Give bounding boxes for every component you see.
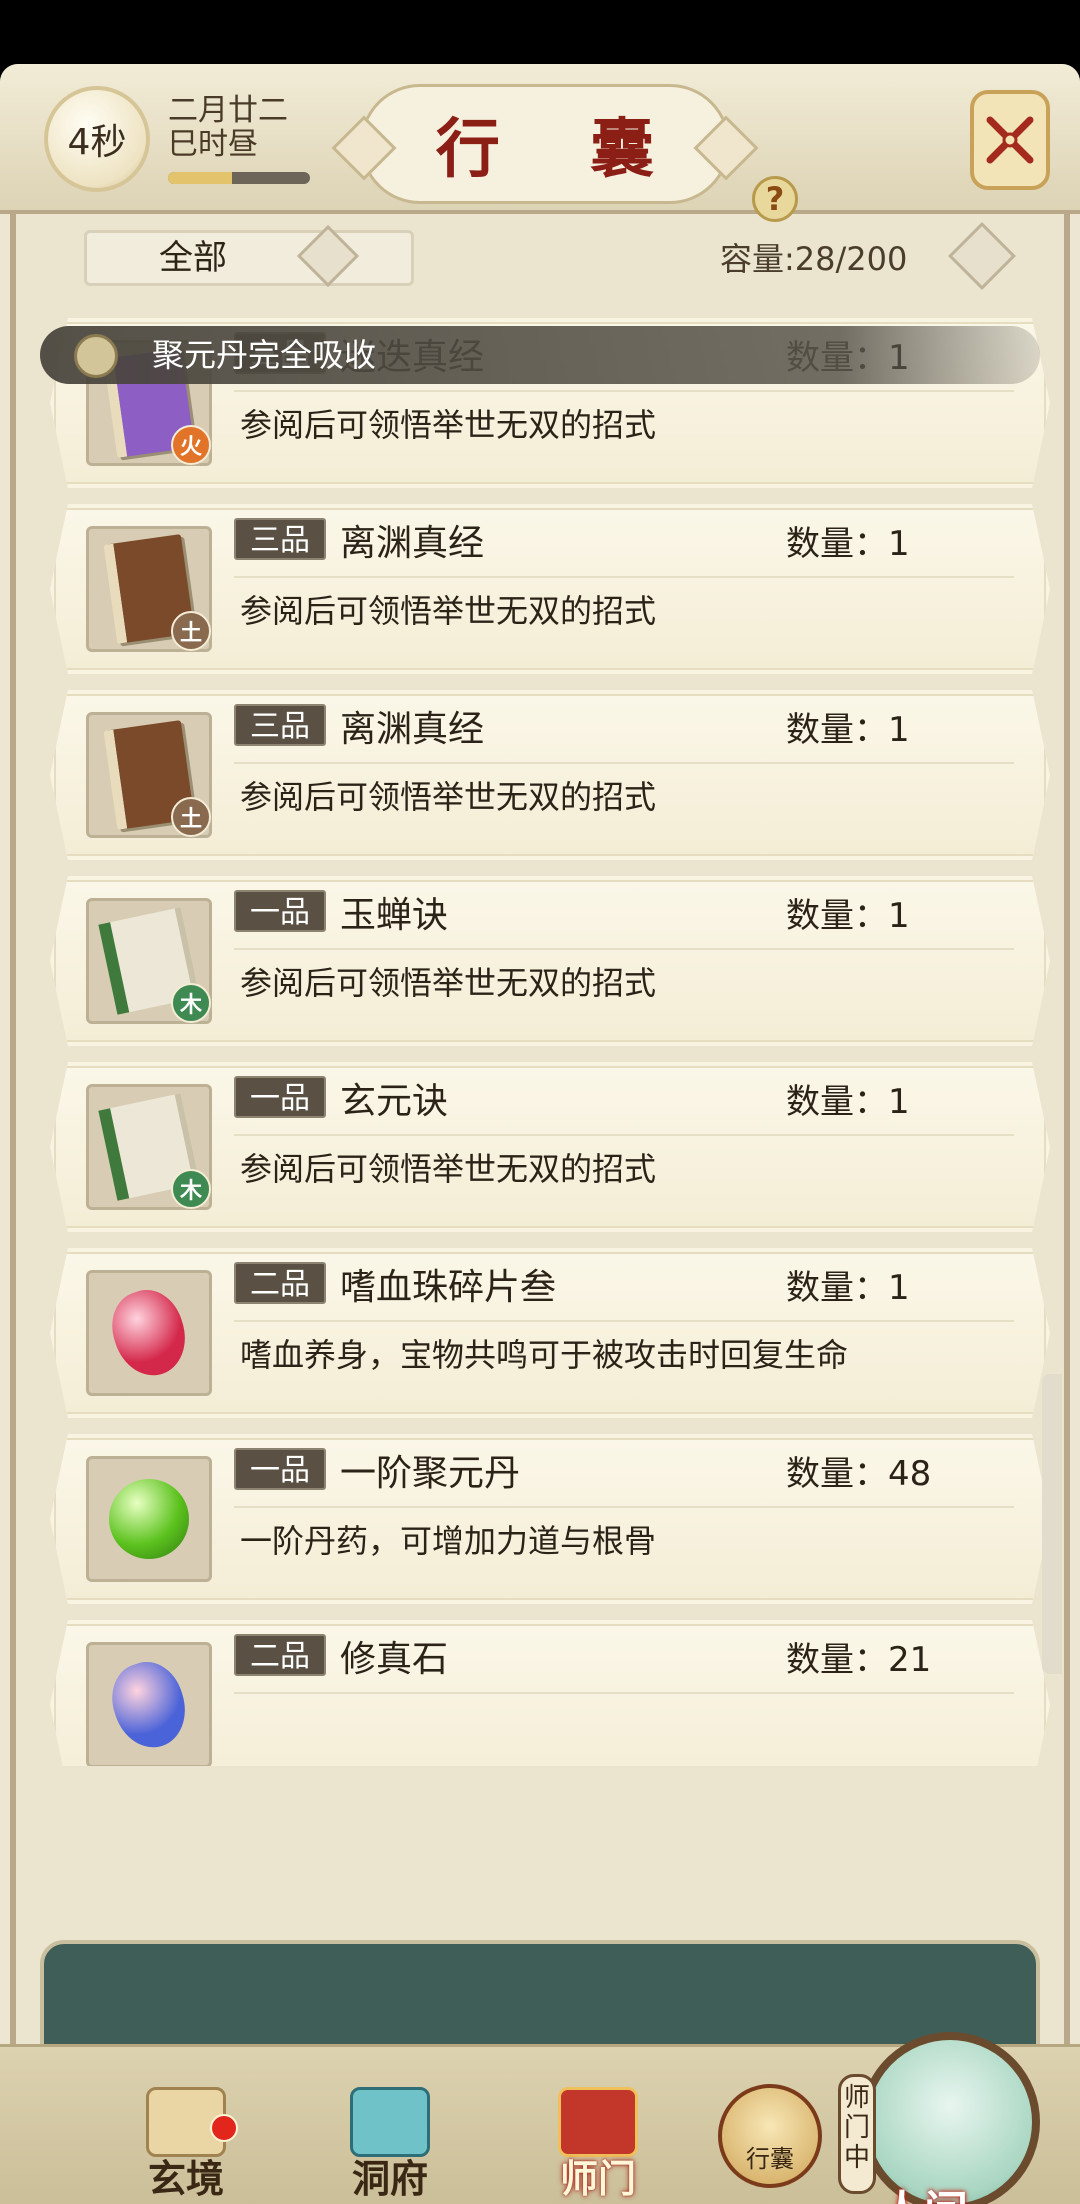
- close-button[interactable]: [970, 90, 1050, 190]
- header-bar: 4秒 二月廿二 巳时昼 行 囊 ?: [0, 64, 1080, 222]
- element-badge: 火: [171, 425, 211, 465]
- item-description: 参阅后可领悟举世无双的招式: [240, 964, 657, 1002]
- grade-badge: 二品: [234, 1262, 326, 1304]
- list-item[interactable]: 木 一品 玉蝉诀 数量：1 参阅后可领悟举世无双的招式: [50, 876, 1050, 1046]
- divider: [234, 1320, 1014, 1322]
- item-description: 嗜血养身，宝物共鸣可于被攻击时回复生命: [240, 1336, 849, 1374]
- item-art: [102, 1653, 195, 1756]
- item-name: 一阶聚元丹: [340, 1453, 521, 1494]
- nav-xingnang[interactable]: 行囊: [718, 2084, 822, 2188]
- notification-text: 聚元丹完全吸收: [152, 336, 377, 374]
- nav-shimen[interactable]: 师门: [528, 2087, 668, 2201]
- item-description: 参阅后可领悟举世无双的招式: [240, 592, 657, 630]
- grade-badge: 二品: [234, 1634, 326, 1676]
- nav-dongfu-label: 洞府: [351, 2156, 428, 2201]
- scroll-icon[interactable]: 木: [86, 898, 212, 1024]
- item-name: 离渊真经: [340, 523, 485, 564]
- item-name: 玉蝉诀: [340, 895, 449, 936]
- item-name: 玄元诀: [340, 1081, 449, 1122]
- item-quantity: 数量：48: [786, 1454, 932, 1494]
- item-description: 参阅后可领悟举世无双的招式: [240, 406, 657, 444]
- element-badge: 木: [171, 983, 211, 1023]
- lunar-date: 二月廿二: [168, 93, 288, 128]
- sect-status-tag: 师门中: [838, 2074, 876, 2194]
- divider: [234, 1692, 1014, 1694]
- grade-badge: 一品: [234, 890, 326, 932]
- item-quantity: 数量：21: [786, 1640, 932, 1680]
- divider: [234, 1134, 1014, 1136]
- book-brown-icon[interactable]: 土: [86, 712, 212, 838]
- nav-renjian-label: 人间: [880, 2176, 968, 2204]
- element-badge: 木: [171, 1169, 211, 1209]
- divider: [234, 948, 1014, 950]
- book-brown-icon[interactable]: 土: [86, 526, 212, 652]
- item-description: 参阅后可领悟举世无双的招式: [240, 1150, 657, 1188]
- green-pill-icon[interactable]: [86, 1456, 212, 1582]
- nav-shimen-label: 师门: [559, 2156, 636, 2201]
- item-quantity: 数量：1: [786, 710, 910, 750]
- divider: [234, 762, 1014, 764]
- item-name: 修真石: [340, 1639, 449, 1680]
- divider: [234, 576, 1014, 578]
- list-item[interactable]: 二品 修真石 数量：21: [50, 1620, 1050, 1766]
- list-item[interactable]: 一品 一阶聚元丹 数量：48 一阶丹药，可增加力道与根骨: [50, 1434, 1050, 1604]
- divider: [234, 390, 1014, 392]
- item-description: 一阶丹药，可增加力道与根骨: [240, 1522, 657, 1560]
- list-item[interactable]: 木 一品 玄元诀 数量：1 参阅后可领悟举世无双的招式: [50, 1062, 1050, 1232]
- page-title: 行 囊: [435, 112, 689, 187]
- timer-badge: 4秒: [44, 86, 150, 192]
- category-filter-dropdown[interactable]: 全部: [84, 230, 414, 286]
- day-progress-bar: [168, 172, 310, 184]
- scroll-icon[interactable]: 木: [86, 1084, 212, 1210]
- item-name: 离渊真经: [340, 709, 485, 750]
- list-item[interactable]: 土 三品 离渊真经 数量：1 参阅后可领悟举世无双的招式: [50, 504, 1050, 674]
- divider: [234, 1506, 1014, 1508]
- item-art: [109, 1479, 189, 1559]
- title-plaque: 行 囊: [360, 84, 730, 204]
- item-quantity: 数量：1: [786, 1268, 910, 1308]
- notification-dot: [210, 2114, 238, 2142]
- filter-row: 全部 容量:28/200: [36, 222, 1046, 294]
- list-item[interactable]: 二品 嗜血珠碎片叁 数量：1 嗜血养身，宝物共鸣可于被攻击时回复生命: [50, 1248, 1050, 1418]
- item-quantity: 数量：1: [786, 1082, 910, 1122]
- nav-xingnang-label: 行囊: [746, 2145, 794, 2173]
- item-description: 参阅后可领悟举世无双的招式: [240, 778, 657, 816]
- nav-dongfu[interactable]: 洞府: [320, 2087, 460, 2201]
- element-badge: 土: [171, 797, 211, 837]
- item-quantity: 数量：1: [786, 524, 910, 564]
- time-of-day: 巳时昼: [168, 127, 258, 162]
- pavilion-icon: [350, 2087, 430, 2157]
- item-name: 嗜血珠碎片叁: [340, 1267, 557, 1308]
- side-scroll-handle[interactable]: [1042, 1374, 1062, 1674]
- grade-badge: 一品: [234, 1448, 326, 1490]
- day-progress-fill: [168, 172, 232, 184]
- element-badge: 土: [171, 611, 211, 651]
- help-button[interactable]: ?: [752, 176, 798, 222]
- expand-capacity-icon[interactable]: [948, 222, 1016, 290]
- blue-crystal-icon[interactable]: [86, 1642, 212, 1766]
- game-screen: 4秒 二月廿二 巳时昼 行 囊 ? 全部 容量:28/200 火三品迷迭真经数量…: [0, 64, 1080, 2204]
- grade-badge: 三品: [234, 704, 326, 746]
- item-list[interactable]: 火三品迷迭真经数量：1参阅后可领悟举世无双的招式土三品离渊真经数量：1参阅后可领…: [30, 318, 1050, 1766]
- close-icon: [986, 116, 1034, 164]
- item-art: [102, 1281, 195, 1384]
- grade-badge: 一品: [234, 1076, 326, 1118]
- nav-xuanjing[interactable]: 玄境: [116, 2087, 256, 2201]
- bell-icon: [74, 334, 118, 378]
- banner-icon: [558, 2087, 638, 2157]
- capacity-label: 容量:28/200: [720, 240, 908, 278]
- list-item[interactable]: 土 三品 离渊真经 数量：1 参阅后可领悟举世无双的招式: [50, 690, 1050, 860]
- item-quantity: 数量：1: [786, 896, 910, 936]
- grade-badge: 三品: [234, 518, 326, 560]
- nav-xuanjing-label: 玄境: [147, 2156, 224, 2201]
- red-gem-shard-icon[interactable]: [86, 1270, 212, 1396]
- notification-toast: 聚元丹完全吸收: [40, 326, 1040, 384]
